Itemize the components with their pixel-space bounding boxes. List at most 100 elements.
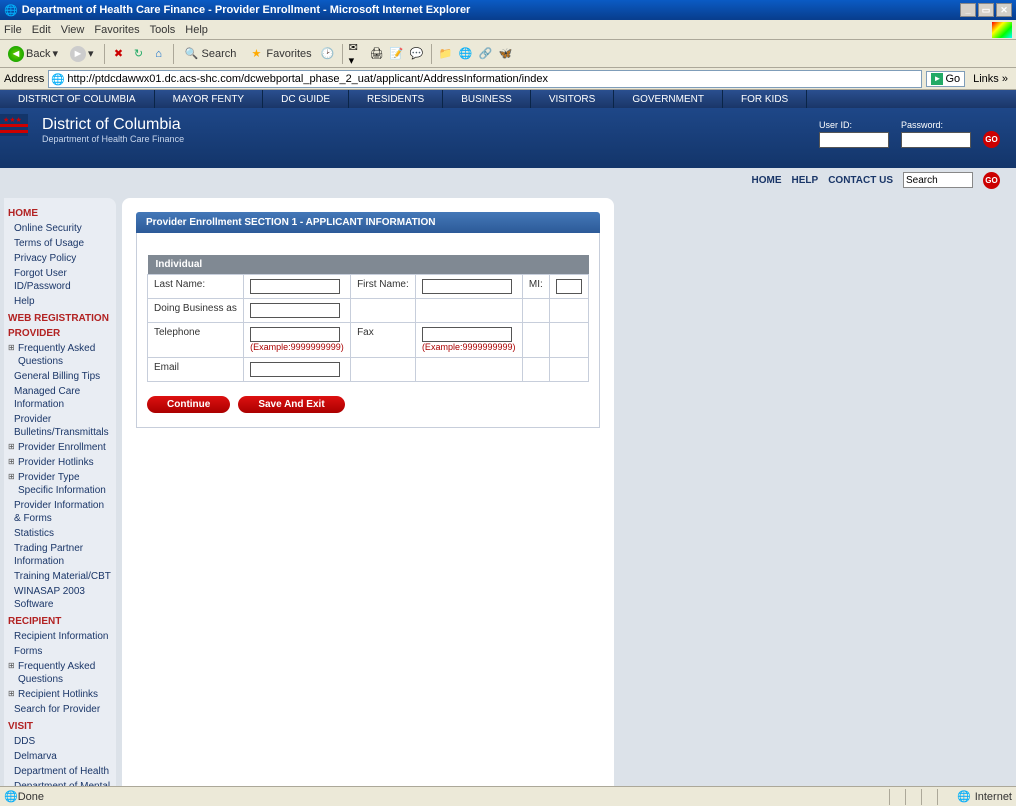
search-go-button[interactable]: GO <box>983 172 1000 189</box>
topnav-dc[interactable]: District of Columbia <box>0 90 155 108</box>
search-input[interactable] <box>903 172 973 188</box>
sidebar-head-home[interactable]: HOME <box>8 208 112 219</box>
sidebar-doh[interactable]: Department of Health <box>8 764 112 779</box>
print-icon[interactable]: 🖨 <box>369 46 385 62</box>
sidebar-head-visit[interactable]: VISIT <box>8 721 112 732</box>
fax-label: Fax <box>351 323 416 358</box>
sidebar-head-webreg[interactable]: WEB REGISTRATION <box>8 313 112 324</box>
topnav-guide[interactable]: DC GUIDE <box>263 90 349 108</box>
panel-body: Individual Last Name: First Name: MI: Do… <box>136 233 600 428</box>
discuss-icon[interactable]: 💬 <box>409 46 425 62</box>
sidebar-dmh[interactable]: Department of Mental Health <box>8 779 112 786</box>
search-icon: 🔍 <box>184 46 200 62</box>
subnav-home[interactable]: HOME <box>752 175 782 186</box>
sidebar-forgot[interactable]: Forgot User ID/Password <box>8 266 112 294</box>
email-input[interactable] <box>250 362 340 377</box>
globe-icon[interactable]: 🌐 <box>458 46 474 62</box>
sidebar-head-provider[interactable]: PROVIDER <box>8 328 112 339</box>
menu-file[interactable]: File <box>4 24 22 36</box>
menu-favorites[interactable]: Favorites <box>94 24 139 36</box>
group-header: Individual <box>148 255 589 275</box>
sidebar-search-provider[interactable]: Search for Provider <box>8 702 112 717</box>
go-button[interactable]: ► Go <box>926 71 965 87</box>
sidebar-recip-faq[interactable]: Frequently Asked Questions <box>8 659 112 687</box>
sidebar-stats[interactable]: Statistics <box>8 526 112 541</box>
sidebar-recip-forms[interactable]: Forms <box>8 644 112 659</box>
login-go-button[interactable]: GO <box>983 131 1000 148</box>
dba-input[interactable] <box>250 303 340 318</box>
sidebar-pforms[interactable]: Provider Information & Forms <box>8 498 112 526</box>
subnav-contact[interactable]: CONTACT US <box>828 175 893 186</box>
history-icon[interactable]: 🕑 <box>320 46 336 62</box>
mi-input[interactable] <box>556 279 582 294</box>
menu-tools[interactable]: Tools <box>150 24 176 36</box>
refresh-icon[interactable]: ↻ <box>131 46 147 62</box>
sidebar-hotlinks[interactable]: Provider Hotlinks <box>8 455 112 470</box>
menu-view[interactable]: View <box>61 24 85 36</box>
ie-icon: 🌐 <box>4 4 18 17</box>
close-button[interactable]: ✕ <box>996 3 1012 17</box>
continue-button[interactable]: Continue <box>147 396 230 413</box>
browser-titlebar: 🌐 Department of Health Care Finance - Pr… <box>0 0 1016 20</box>
sidebar-billing[interactable]: General Billing Tips <box>8 369 112 384</box>
topnav-residents[interactable]: RESIDENTS <box>349 90 443 108</box>
sidebar-recip-info[interactable]: Recipient Information <box>8 629 112 644</box>
topnav-government[interactable]: GOVERNMENT <box>614 90 723 108</box>
folder-icon[interactable]: 📁 <box>438 46 454 62</box>
sidebar-online-security[interactable]: Online Security <box>8 221 112 236</box>
telephone-input[interactable] <box>250 327 340 342</box>
topnav-visitors[interactable]: VISITORS <box>531 90 615 108</box>
password-input[interactable] <box>901 132 971 148</box>
topnav-kids[interactable]: FOR KIDS <box>723 90 807 108</box>
email-label: Email <box>148 358 244 382</box>
forward-button[interactable]: ► ▾ <box>66 44 98 64</box>
menu-help[interactable]: Help <box>185 24 208 36</box>
topnav-mayor[interactable]: MAYOR FENTY <box>155 90 263 108</box>
last-name-input[interactable] <box>250 279 340 294</box>
sidebar-ptype[interactable]: Provider Type Specific Information <box>8 470 112 498</box>
favorites-button[interactable]: ★ Favorites <box>244 44 315 64</box>
sidebar-winasap[interactable]: WINASAP 2003 Software <box>8 584 112 612</box>
userid-input[interactable] <box>819 132 889 148</box>
address-input[interactable] <box>48 70 922 88</box>
first-name-input[interactable] <box>422 279 512 294</box>
sidebar-privacy[interactable]: Privacy Policy <box>8 251 112 266</box>
sidebar-dds[interactable]: DDS <box>8 734 112 749</box>
applicant-form: Individual Last Name: First Name: MI: Do… <box>147 255 589 382</box>
go-arrow-icon: ► <box>931 73 943 85</box>
subnav-help[interactable]: HELP <box>792 175 819 186</box>
sidebar-managed-care[interactable]: Managed Care Information <box>8 384 112 412</box>
sidebar-recip-hot[interactable]: Recipient Hotlinks <box>8 687 112 702</box>
topnav-business[interactable]: BUSINESS <box>443 90 531 108</box>
sidebar-delmarva[interactable]: Delmarva <box>8 749 112 764</box>
minimize-button[interactable]: _ <box>960 3 976 17</box>
page-header: ★★★ District of Columbia Department of H… <box>0 108 1016 168</box>
sidebar-tpi[interactable]: Trading Partner Information <box>8 541 112 569</box>
window-title: Department of Health Care Finance - Prov… <box>22 4 471 16</box>
msn-icon[interactable]: 🦋 <box>498 46 514 62</box>
edit-icon[interactable]: 📝 <box>389 46 405 62</box>
restore-button[interactable]: ▭ <box>978 3 994 17</box>
mail-icon[interactable]: ✉ ▾ <box>349 46 365 62</box>
mi-label: MI: <box>522 275 549 299</box>
stop-icon[interactable]: ✖ <box>111 46 127 62</box>
sidebar-enrollment[interactable]: Provider Enrollment <box>8 440 112 455</box>
back-button[interactable]: ◄ Back ▾ <box>4 44 62 64</box>
address-label: Address <box>4 73 44 85</box>
userid-label: User ID: <box>819 120 889 130</box>
save-exit-button[interactable]: Save And Exit <box>238 396 344 413</box>
links-icon[interactable]: 🔗 <box>478 46 494 62</box>
sidebar-head-recipient[interactable]: RECIPIENT <box>8 616 112 627</box>
menu-edit[interactable]: Edit <box>32 24 51 36</box>
home-icon[interactable]: ⌂ <box>151 46 167 62</box>
search-button[interactable]: 🔍 Search <box>180 44 241 64</box>
dba-label: Doing Business as <box>148 299 244 323</box>
sidebar: HOME Online Security Terms of Usage Priv… <box>4 198 116 786</box>
sidebar-bulletins[interactable]: Provider Bulletins/Transmittals <box>8 412 112 440</box>
sidebar-help[interactable]: Help <box>8 294 112 309</box>
sidebar-faq[interactable]: Frequently Asked Questions <box>8 341 112 369</box>
sidebar-terms[interactable]: Terms of Usage <box>8 236 112 251</box>
sidebar-training[interactable]: Training Material/CBT <box>8 569 112 584</box>
fax-input[interactable] <box>422 327 512 342</box>
links-button[interactable]: Links » <box>969 71 1012 87</box>
